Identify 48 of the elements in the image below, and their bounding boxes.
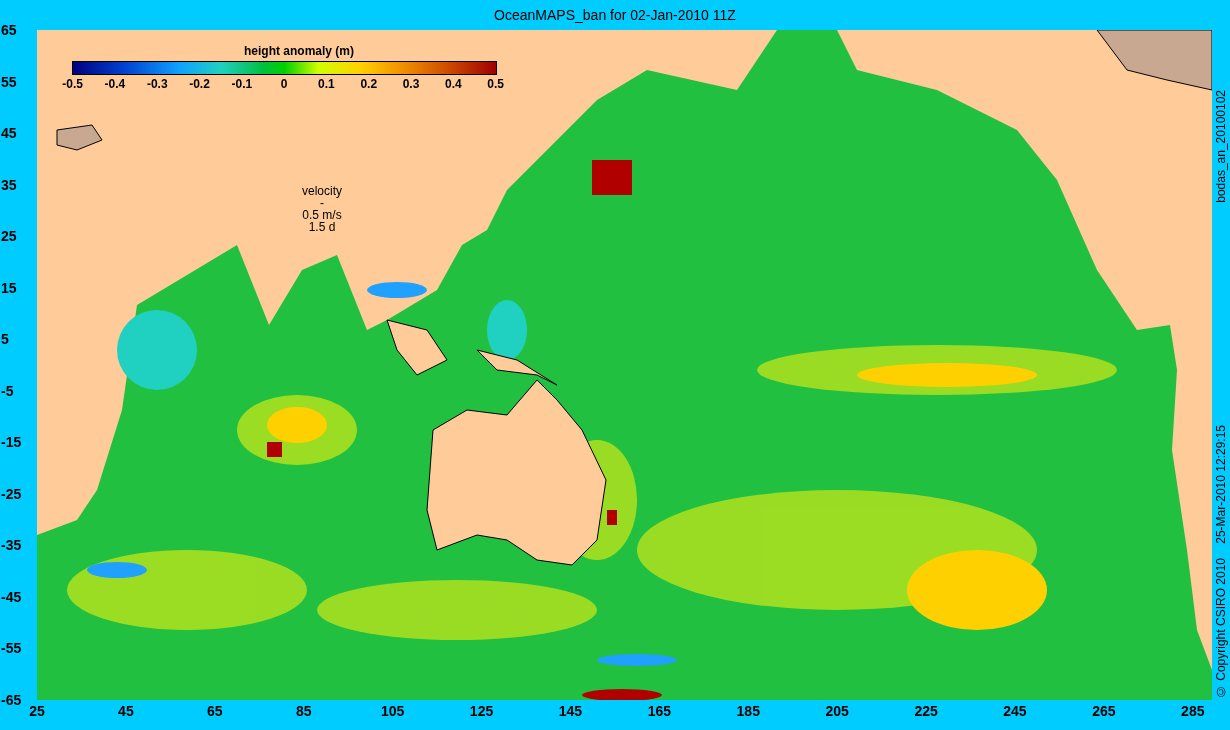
colorbar-tick-label: -0.3 xyxy=(146,77,168,91)
colorbar-tick-label: 0.3 xyxy=(402,77,420,91)
y-axis-label: -65 xyxy=(0,691,23,708)
velocity-label: velocity xyxy=(302,185,342,197)
colorbar-title: height anomaly (m) xyxy=(244,44,354,58)
x-axis-label: 105 xyxy=(380,702,405,721)
y-axis-label: 55 xyxy=(0,73,18,90)
colorbar-tick-label: -0.1 xyxy=(231,77,253,91)
velocity-arrow: - xyxy=(320,197,324,209)
colorbar-tick-label: -0.5 xyxy=(62,77,83,91)
x-axis-label: 185 xyxy=(736,702,760,721)
chart-title: OceanMAPS_ban for 02-Jan-2010 11Z xyxy=(494,7,736,23)
x-axis-label: 65 xyxy=(207,702,223,721)
colorbar-tick-label: 0.2 xyxy=(360,77,378,91)
x-axis-label: 25 xyxy=(29,702,45,721)
y-axis-label: 35 xyxy=(0,176,18,193)
x-axis-label: 245 xyxy=(1003,702,1027,721)
colorbar-tick-label: -0.2 xyxy=(189,77,210,91)
y-axis-label: -25 xyxy=(0,485,23,502)
colorbar-tick-label: 0.5 xyxy=(487,77,504,91)
timestamp-label: 25-Mar-2010 12:29:15 xyxy=(1214,425,1228,544)
y-axis-label: 5 xyxy=(0,331,10,348)
y-axis-label: 45 xyxy=(0,125,18,142)
y-axis-label: -45 xyxy=(0,588,23,605)
colorbar-tick-label: -0.4 xyxy=(104,77,126,91)
x-axis-label: 285 xyxy=(1181,702,1205,721)
x-axis-label: 225 xyxy=(914,702,938,721)
speed-label: 0.5 m/s xyxy=(302,209,342,221)
y-axis-label: -15 xyxy=(0,434,23,451)
copyright-label: © Copyright CSIRO 2010 xyxy=(1214,557,1228,698)
y-axis-label: -5 xyxy=(0,382,15,399)
x-axis-label: 45 xyxy=(118,702,134,721)
x-axis-label: 125 xyxy=(469,702,494,721)
y-axis-label: 25 xyxy=(0,228,18,245)
y-axis-label: 65 xyxy=(0,22,18,38)
x-axis-label: 205 xyxy=(825,702,849,721)
colorbar-tick-label: 0.1 xyxy=(318,77,335,91)
x-axis-label: 165 xyxy=(647,702,671,721)
x-axis-label: 145 xyxy=(558,702,583,721)
duration-label: 1.5 d xyxy=(308,221,336,233)
colorbar-tick-label: 0.4 xyxy=(444,77,462,91)
x-axis-label: 85 xyxy=(295,702,312,721)
x-axis-label: 265 xyxy=(1092,702,1116,721)
y-axis-label: -35 xyxy=(0,537,23,554)
colorbar-tick-label: 0 xyxy=(280,77,288,91)
run-id-label: bodas_an_20100102 xyxy=(1214,90,1228,203)
y-axis-label: 15 xyxy=(0,279,18,296)
y-axis-label: -55 xyxy=(0,640,23,657)
